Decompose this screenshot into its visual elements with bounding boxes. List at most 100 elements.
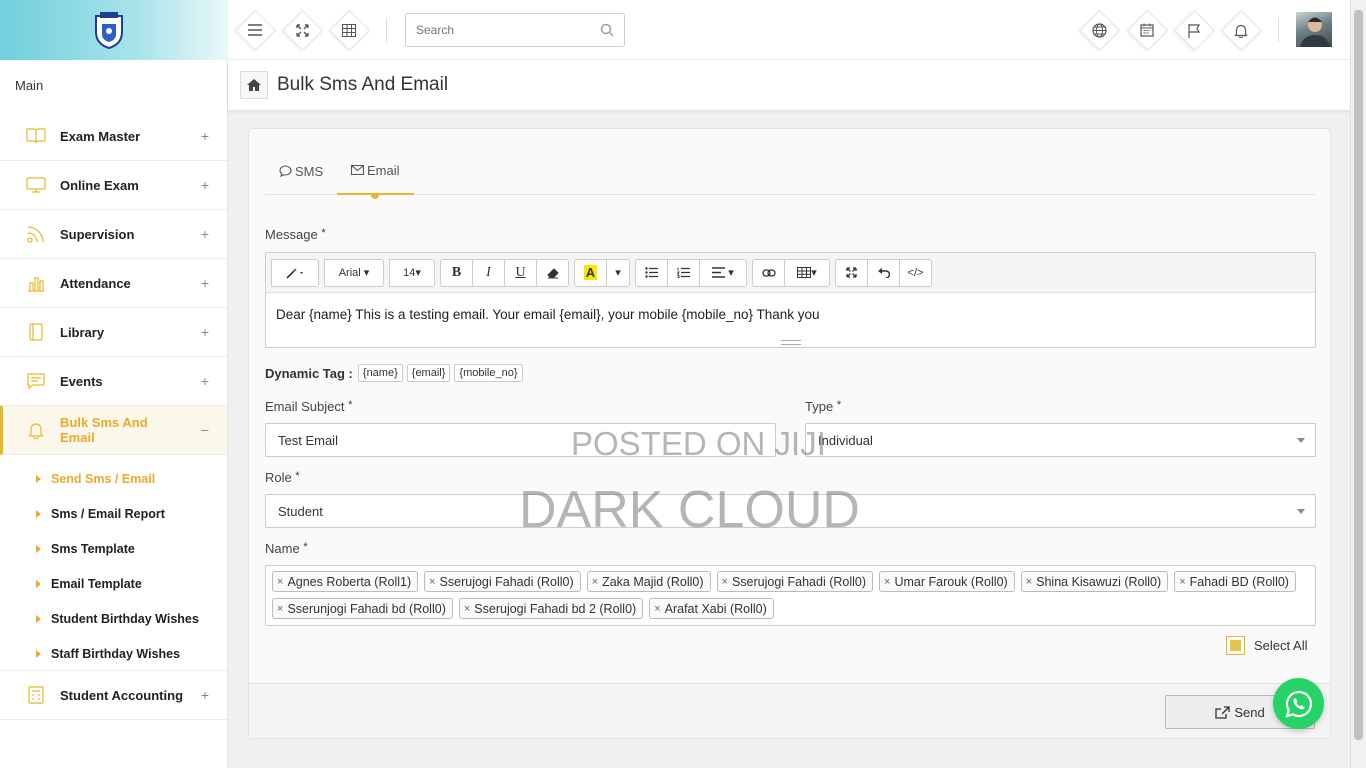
submenu-item-sms-email-report[interactable]: Sms / Email Report [36, 496, 227, 531]
sidebar-item-events[interactable]: Events + [0, 357, 227, 406]
underline-button[interactable]: U [504, 258, 537, 287]
message-content[interactable]: Dear {name} This is a testing email. You… [266, 293, 1315, 336]
remove-chip-icon[interactable]: × [884, 576, 890, 588]
remove-chip-icon[interactable]: × [429, 576, 435, 588]
search-input[interactable] [416, 23, 600, 37]
sidebar-item-attendance[interactable]: Attendance + [0, 259, 227, 308]
submenu-item-email-template[interactable]: Email Template [36, 566, 227, 601]
collapse-toggle[interactable]: − [183, 422, 227, 438]
expand-toggle[interactable]: + [183, 128, 227, 144]
remove-chip-icon[interactable]: × [654, 603, 660, 615]
code-view-button[interactable]: </> [899, 258, 932, 287]
expand-toggle[interactable]: + [183, 687, 227, 703]
checkbox[interactable] [1226, 636, 1245, 655]
bullet-list-icon [645, 267, 658, 278]
color-dropdown[interactable]: ▾ [606, 258, 630, 287]
paragraph-align-dropdown[interactable]: ▾ [699, 258, 747, 287]
font-family-dropdown[interactable]: Arial ▾ [324, 258, 384, 287]
submenu-label: Sms / Email Report [51, 506, 165, 521]
menu-toggle-button[interactable] [236, 11, 274, 49]
font-size-dropdown[interactable]: 14 ▾ [389, 258, 435, 287]
unordered-list-button[interactable] [635, 258, 668, 287]
fullscreen-editor-button[interactable] [835, 258, 868, 287]
recipient-chip[interactable]: × Umar Farouk (Roll0) [879, 571, 1015, 592]
select-all-checkbox[interactable]: Select All [1226, 636, 1307, 655]
recipient-chip[interactable]: × Sserujogi Fahadi (Roll0) [424, 571, 581, 592]
fullscreen-button[interactable] [283, 11, 321, 49]
sidebar-item-online-exam[interactable]: Online Exam + [0, 161, 227, 210]
caret-right-icon [36, 544, 41, 553]
flag-button[interactable] [1175, 11, 1213, 49]
expand-toggle[interactable]: + [183, 226, 227, 242]
tab-sms[interactable]: SMS [265, 147, 337, 195]
submenu-item-sms-template[interactable]: Sms Template [36, 531, 227, 566]
sidebar-item-supervision[interactable]: Supervision + [0, 210, 227, 259]
highlight-color-button[interactable]: A [574, 258, 607, 287]
recipient-chip[interactable]: × Arafat Xabi (Roll0) [649, 598, 774, 619]
scrollbar-thumb[interactable] [1354, 10, 1363, 740]
resize-handle[interactable] [781, 340, 801, 345]
recipient-chip[interactable]: × Fahadi BD (Roll0) [1174, 571, 1296, 592]
language-button[interactable] [1080, 11, 1118, 49]
home-button[interactable] [240, 71, 268, 99]
submenu-item-student-birthday-wishes[interactable]: Student Birthday Wishes [36, 601, 227, 636]
expand-toggle[interactable]: + [183, 177, 227, 193]
page-scrollbar[interactable] [1350, 0, 1366, 768]
recipient-chip[interactable]: × Sserujogi Fahadi (Roll0) [716, 571, 874, 592]
notifications-button[interactable] [1222, 11, 1260, 49]
recipient-chip[interactable]: × Zaka Majid (Roll0) [586, 571, 711, 592]
sidebar-item-bulk-sms-and-email[interactable]: Bulk Sms And Email − [0, 406, 227, 455]
tab-email[interactable]: Email [337, 147, 414, 199]
expand-toggle[interactable]: + [183, 324, 227, 340]
search-box[interactable] [405, 13, 625, 47]
undo-button[interactable] [867, 258, 900, 287]
sidebar-item-library[interactable]: Library + [0, 308, 227, 357]
sidebar-item-exam-master[interactable]: Exam Master + [0, 112, 227, 161]
recipient-chip[interactable]: × Sserunjogi Fahadi bd (Roll0) [272, 598, 453, 619]
ordered-list-button[interactable] [667, 258, 700, 287]
user-avatar[interactable] [1296, 12, 1332, 47]
recipient-chip[interactable]: × Agnes Roberta (Roll1) [272, 571, 419, 592]
recipient-chip[interactable]: × Shina Kisawuzi (Roll0) [1020, 571, 1169, 592]
remove-chip-icon[interactable]: × [1026, 576, 1032, 588]
submenu-item-staff-birthday-wishes[interactable]: Staff Birthday Wishes [36, 636, 227, 671]
type-select[interactable]: Individual [805, 423, 1316, 457]
remove-chip-icon[interactable]: × [277, 603, 283, 615]
expand-toggle[interactable]: + [183, 275, 227, 291]
recipient-chip[interactable]: × Sserujogi Fahadi bd 2 (Roll0) [458, 598, 644, 619]
recipient-multiselect[interactable]: × Agnes Roberta (Roll1) × Sserujogi Fahadi … [265, 565, 1316, 626]
dynamic-tag-mobile[interactable]: {mobile_no} [454, 364, 523, 382]
dynamic-tag-name[interactable]: {name} [357, 364, 403, 382]
caret-right-icon [36, 474, 41, 483]
bold-button[interactable]: B [440, 258, 473, 287]
submenu-item-send-sms-email[interactable]: Send Sms / Email [36, 461, 227, 496]
clear-format-button[interactable] [536, 258, 569, 287]
sidebar-item-label: Student Accounting [60, 687, 184, 703]
dynamic-tag-email[interactable]: {email} [406, 364, 451, 382]
remove-chip-icon[interactable]: × [464, 603, 470, 615]
sidebar-item-label: Attendance [60, 275, 131, 291]
rich-text-editor[interactable]: Arial ▾ 14 ▾ B I U A ▾ ▾ ▾ </> Dear {nam… [265, 252, 1316, 348]
italic-button[interactable]: I [472, 258, 505, 287]
sidebar-section-label: Main [15, 78, 44, 93]
search-icon[interactable] [600, 23, 614, 37]
remove-chip-icon[interactable]: × [722, 576, 728, 588]
calendar-icon [1140, 23, 1154, 37]
apps-button[interactable] [330, 11, 368, 49]
expand-toggle[interactable]: + [183, 373, 227, 389]
insert-table-dropdown[interactable]: ▾ [784, 258, 830, 287]
insert-link-button[interactable] [752, 258, 785, 287]
whatsapp-chat-button[interactable] [1273, 678, 1324, 729]
sidebar-menu: Exam Master + Online Exam + Supervision … [0, 112, 227, 720]
caret-right-icon [36, 614, 41, 623]
remove-chip-icon[interactable]: × [1179, 576, 1185, 588]
remove-chip-icon[interactable]: × [277, 576, 283, 588]
magic-style-button[interactable] [271, 258, 319, 287]
book-icon [18, 118, 54, 154]
calendar-button[interactable] [1128, 11, 1166, 49]
numbered-list-icon [677, 267, 690, 278]
recipient-name: Fahadi BD (Roll0) [1189, 574, 1289, 589]
remove-chip-icon[interactable]: × [592, 576, 598, 588]
dynamic-tag-label: Dynamic Tag : [265, 365, 353, 381]
sidebar-item-student-accounting[interactable]: Student Accounting + [0, 671, 227, 720]
